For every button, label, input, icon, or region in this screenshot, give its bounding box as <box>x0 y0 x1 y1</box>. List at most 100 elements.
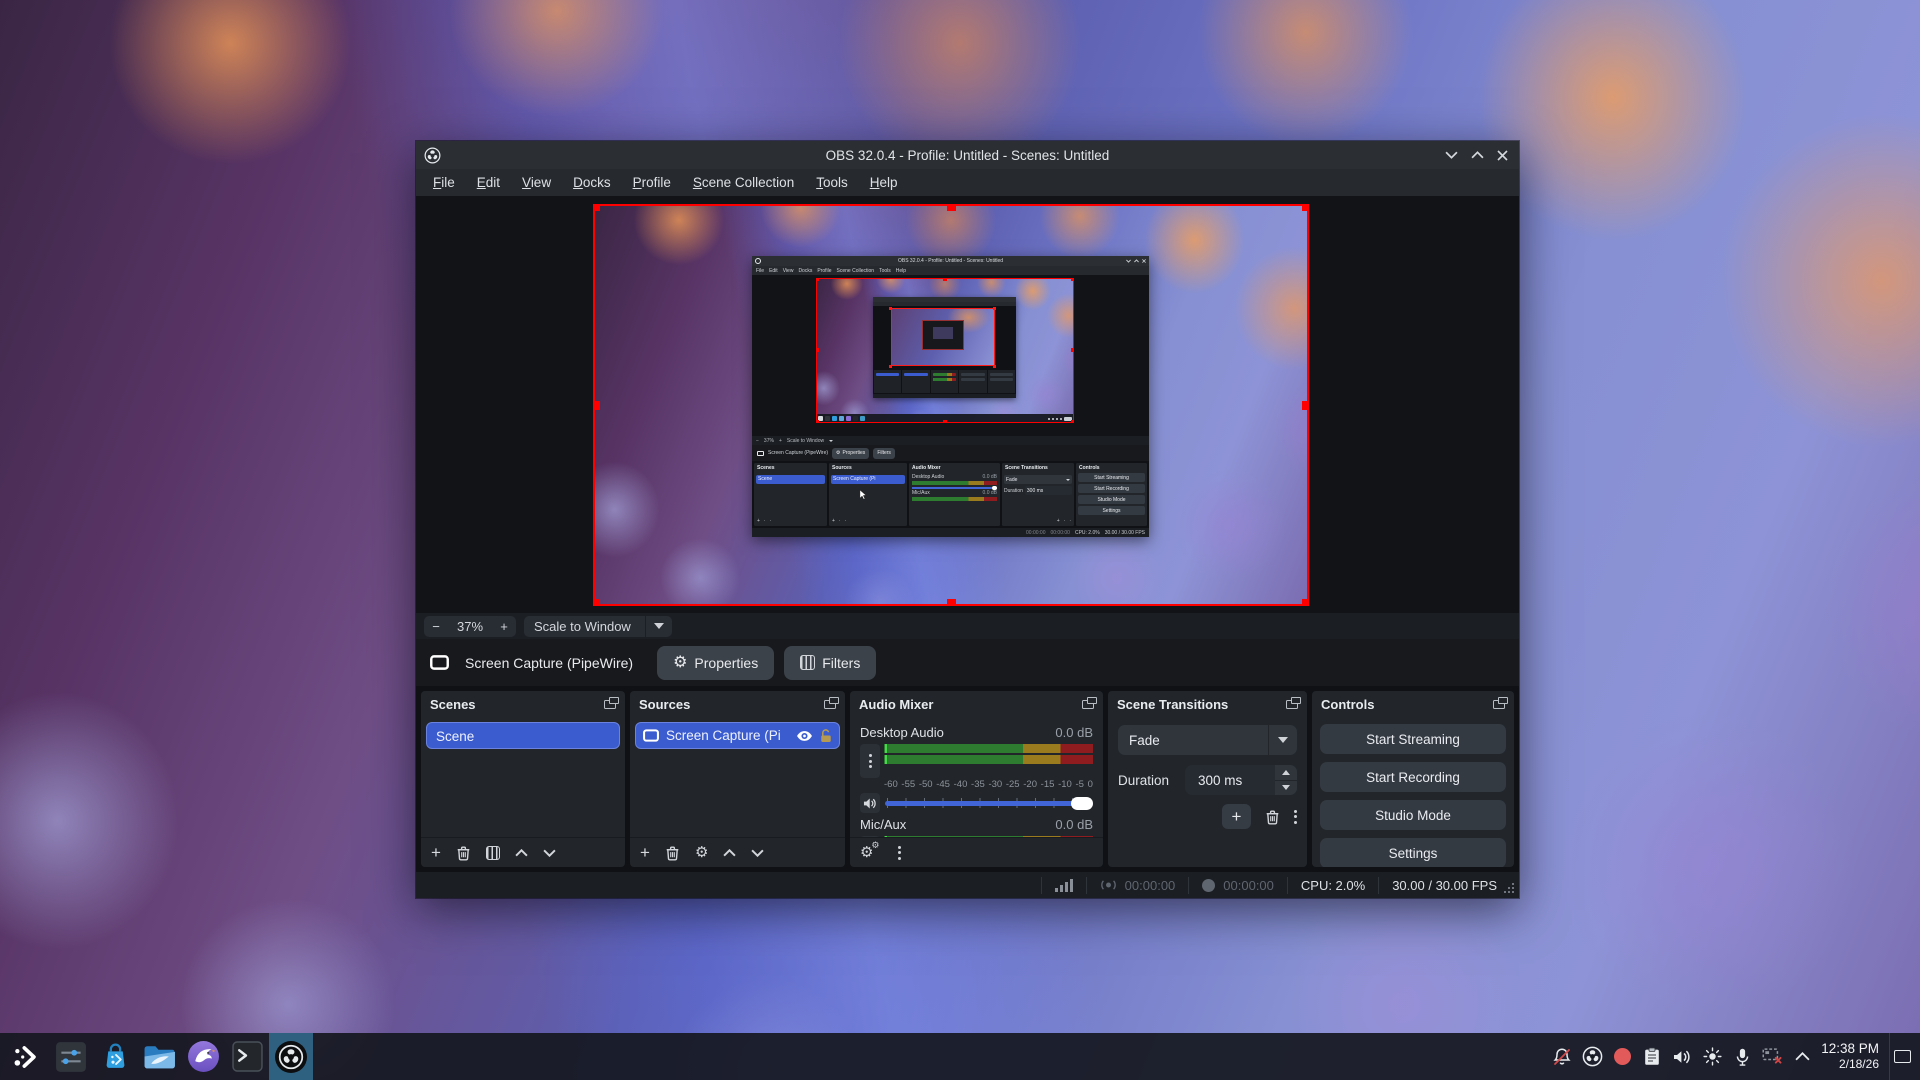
properties-button[interactable]: ⚙ Properties <box>657 646 774 680</box>
captured-preview <box>752 275 1149 436</box>
window-titlebar[interactable]: OBS 32.0.4 - Profile: Untitled - Scenes:… <box>416 141 1519 169</box>
transition-select[interactable]: Fade <box>1118 725 1297 755</box>
lock-icon[interactable] <box>820 728 832 743</box>
start-recording-button[interactable]: Start Recording <box>1320 762 1506 792</box>
channel-menu-button[interactable] <box>860 836 880 837</box>
source-list-item[interactable]: Screen Capture (Pi <box>635 722 840 749</box>
duration-decrease-button[interactable] <box>1275 780 1297 796</box>
move-scene-up-button[interactable] <box>515 849 528 857</box>
microphone-tray[interactable] <box>1727 1033 1757 1080</box>
mute-button[interactable] <box>860 793 880 813</box>
controls-panel: Controls Start Streaming Start Recording… <box>1312 691 1514 867</box>
selection-handle[interactable] <box>947 599 956 606</box>
add-scene-button[interactable]: + <box>431 844 441 861</box>
selection-handle[interactable] <box>593 204 600 211</box>
system-settings-icon <box>55 1041 87 1073</box>
maximize-icon[interactable] <box>1471 151 1484 159</box>
selection-handle[interactable] <box>593 401 600 410</box>
remove-transition-button[interactable] <box>1265 809 1280 825</box>
volume-slider-knob[interactable] <box>1071 797 1093 810</box>
move-source-down-button[interactable] <box>751 849 764 857</box>
selection-handle[interactable] <box>1302 599 1309 606</box>
channel-menu-button[interactable] <box>860 744 880 778</box>
add-source-button[interactable]: + <box>640 844 650 861</box>
menu-profile[interactable]: Profile <box>622 175 682 190</box>
volume-tray[interactable] <box>1667 1033 1697 1080</box>
popout-icon[interactable] <box>824 700 836 709</box>
selection-handle[interactable] <box>1302 401 1309 410</box>
channel-name: Mic/Aux <box>860 817 906 832</box>
preview-area: OBS 32.0.4 - Profile: Untitled - Scenes:… <box>416 196 1519 613</box>
selection-handle[interactable] <box>1302 204 1309 211</box>
menu-scene-collection[interactable]: Scene Collection <box>682 175 805 190</box>
popout-icon[interactable] <box>1493 700 1505 709</box>
taskbar-konsole[interactable] <box>225 1033 269 1080</box>
filters-button[interactable]: Filters <box>784 646 876 680</box>
controls-title: Controls <box>1321 697 1374 712</box>
captured-mouse-cursor <box>859 489 867 500</box>
taskbar-system-settings[interactable] <box>49 1033 93 1080</box>
expand-tray-button[interactable] <box>1787 1033 1817 1080</box>
record-dot-icon <box>1614 1048 1631 1065</box>
popout-icon[interactable] <box>1082 700 1094 709</box>
minimize-icon[interactable] <box>1445 151 1458 159</box>
volume-slider[interactable] <box>885 793 1093 813</box>
studio-mode-button[interactable]: Studio Mode <box>1320 800 1506 830</box>
source-properties-button[interactable]: ⚙ <box>695 845 708 860</box>
zoom-in-button[interactable]: + <box>492 619 516 634</box>
window-controls <box>1445 150 1519 161</box>
menu-view[interactable]: View <box>511 175 562 190</box>
visibility-eye-icon[interactable] <box>796 730 813 742</box>
menu-tools[interactable]: Tools <box>805 175 859 190</box>
move-source-up-button[interactable] <box>723 849 736 857</box>
taskbar-discover[interactable] <box>93 1033 137 1080</box>
sources-panel: Sources Screen Capture (Pi + ⚙ <box>630 691 845 867</box>
scene-list-item[interactable]: Scene <box>426 722 620 749</box>
menu-docks[interactable]: Docks <box>562 175 622 190</box>
close-icon[interactable] <box>1497 150 1508 161</box>
selection-handle[interactable] <box>593 599 600 606</box>
taskbar-falkon[interactable] <box>181 1033 225 1080</box>
remove-scene-button[interactable] <box>456 845 471 861</box>
clock-date: 2/18/26 <box>1821 1057 1879 1071</box>
brightness-tray[interactable] <box>1697 1033 1727 1080</box>
falkon-icon <box>187 1040 220 1073</box>
screencast-x-icon <box>1762 1048 1783 1065</box>
screen-capture-source[interactable]: OBS 32.0.4 - Profile: Untitled - Scenes:… <box>593 204 1309 606</box>
taskbar-obs-studio[interactable] <box>269 1033 313 1080</box>
taskbar-clock[interactable]: 12:38 PM 2/18/26 <box>1821 1041 1879 1071</box>
taskbar-dolphin[interactable] <box>137 1033 181 1080</box>
notifications-muted-tray[interactable] <box>1547 1033 1577 1080</box>
obs-tray[interactable] <box>1577 1033 1607 1080</box>
preview-zoom-row: − 37% + Scale to Window <box>416 613 1519 639</box>
screencast-disconnected-tray[interactable] <box>1757 1033 1787 1080</box>
clipboard-tray[interactable] <box>1637 1033 1667 1080</box>
mixer-menu-button[interactable] <box>898 846 901 860</box>
captured-titlebar: OBS 32.0.4 - Profile: Untitled - Scenes:… <box>752 256 1149 266</box>
show-desktop-button[interactable] <box>1889 1033 1915 1080</box>
settings-button[interactable]: Settings <box>1320 838 1506 867</box>
window-resize-grip[interactable] <box>1512 891 1514 893</box>
selected-source-label: Screen Capture (PipeWire) <box>465 655 633 671</box>
scene-transitions-title: Scene Transitions <box>1117 697 1228 712</box>
recording-indicator-tray[interactable] <box>1607 1033 1637 1080</box>
popout-icon[interactable] <box>604 700 616 709</box>
duration-spinbox[interactable]: 300 ms <box>1185 765 1297 795</box>
add-transition-button[interactable]: + <box>1222 804 1251 829</box>
scene-transitions-panel: Scene Transitions Fade Duration 300 ms <box>1108 691 1307 867</box>
selection-handle[interactable] <box>947 204 956 211</box>
start-streaming-button[interactable]: Start Streaming <box>1320 724 1506 754</box>
move-scene-down-button[interactable] <box>543 849 556 857</box>
app-launcher-button[interactable] <box>5 1033 49 1080</box>
menu-edit[interactable]: Edit <box>466 175 511 190</box>
transition-menu-button[interactable] <box>1294 810 1297 824</box>
advanced-audio-button[interactable]: ⚙⚙ <box>860 845 873 860</box>
menu-file[interactable]: File <box>422 175 466 190</box>
menu-help[interactable]: Help <box>859 175 909 190</box>
remove-source-button[interactable] <box>665 845 680 861</box>
duration-increase-button[interactable] <box>1275 765 1297 780</box>
scene-filters-button[interactable] <box>486 846 500 860</box>
popout-icon[interactable] <box>1286 700 1298 709</box>
scale-mode-select[interactable]: Scale to Window <box>524 616 672 637</box>
zoom-out-button[interactable]: − <box>424 619 448 634</box>
